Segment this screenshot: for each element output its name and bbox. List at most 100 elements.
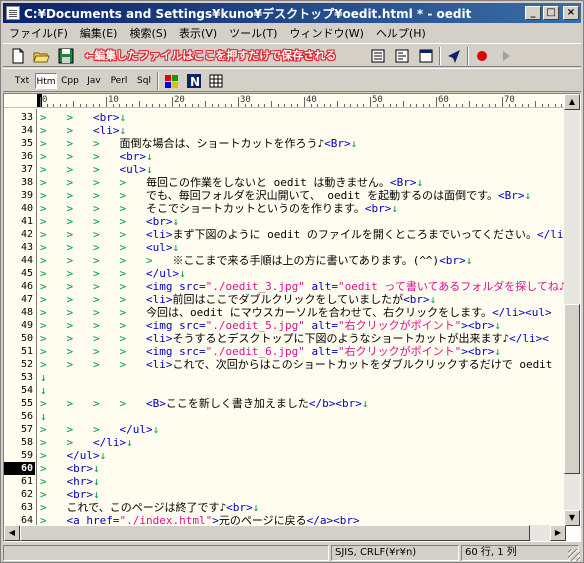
mode-cpp-button[interactable]: Cpp [59, 73, 81, 89]
status-bar: SJIS, CRLF(¥r¥n) 60 行, 1 列 [3, 544, 581, 562]
code-line[interactable]: > > > > そこでショートカットというのを作ります。<br>↓ [4, 202, 566, 215]
code-line[interactable]: > <br>↓ [4, 462, 566, 475]
code-line[interactable]: > > > 面倒な場合は、ショートカットを作ろう♪<Br>↓ [4, 137, 566, 150]
code-line[interactable]: > > > <br>↓ [4, 150, 566, 163]
code-line[interactable]: > <br>↓ [4, 488, 566, 501]
code-line[interactable]: > > > > > ※ここまで来る手順は上の方に書いてあります。(^^)<br>… [4, 254, 566, 267]
editor-pane[interactable]: 0 10 20 30 40 50 60 70 33 34 35 36 37 38 39 40 41 42 43 44… [3, 93, 581, 542]
grid-icon[interactable] [207, 72, 225, 90]
menu-help[interactable]: ヘルプ(H) [370, 25, 432, 41]
code-line[interactable]: > > > > 毎回この作業をしないと oedit は動きません。<Br>↓ [4, 176, 566, 189]
code-line[interactable]: > > > > 今回は、oedit にマウスカーソルを合わせて、右クリックをしま… [4, 306, 566, 319]
ruler-tick [462, 104, 464, 107]
menu-file[interactable]: ファイル(F) [3, 25, 74, 41]
minimize-button[interactable]: _ [525, 6, 541, 20]
ruler-label: 60 [438, 95, 449, 105]
n-format-icon[interactable]: N [185, 72, 203, 90]
ruler-tick [277, 104, 279, 107]
window-icon[interactable] [417, 47, 435, 65]
mode-txt-button[interactable]: Txt [11, 73, 33, 89]
ruler-tick [330, 104, 332, 107]
code-line[interactable]: > </ul>↓ [4, 449, 566, 462]
mode-htm-button[interactable]: Htm [35, 73, 57, 89]
horizontal-scroll-thumb[interactable] [20, 525, 530, 541]
ruler-tick [323, 104, 325, 107]
code-area[interactable]: 33 34 35 36 37 38 39 40 41 42 43 44 45 46 47 48 49 50 51 52… [4, 109, 566, 525]
newline-marker: ↓ [524, 189, 532, 202]
ruler-tick [106, 97, 107, 107]
code-line[interactable]: > > > > <ul>↓ [4, 241, 566, 254]
mode-jav-button[interactable]: Jav [83, 73, 105, 89]
vertical-scroll-thumb[interactable] [564, 304, 580, 474]
horizontal-scrollbar[interactable]: ◀ ▶ [4, 525, 566, 541]
menu-window[interactable]: ウィンドウ(W) [283, 25, 369, 41]
close-button[interactable]: × [563, 6, 579, 20]
code-line[interactable]: > > </li>↓ [4, 436, 566, 449]
play-macro-icon[interactable] [497, 47, 515, 65]
newline-marker: ↓ [40, 384, 47, 397]
mode-perl-button[interactable]: Perl [107, 73, 131, 89]
code-line[interactable]: > <a href="./index.html">元のページに戻る</a><br… [4, 514, 566, 525]
code-line[interactable]: > > > > <B>ここを新しく書き加えました</b><br>↓ [4, 397, 566, 410]
code-line[interactable]: ↓ [4, 371, 566, 384]
code-line[interactable]: > これで、このページは終了です♪<br>↓ [4, 501, 566, 514]
code-line[interactable]: > > > > <li>これで、次回からはこのショートカットをダブルクリックする… [4, 358, 566, 371]
ruler-label: 10 [108, 95, 119, 105]
indent-marker: > > > [40, 150, 120, 163]
code-line[interactable]: ↓ [4, 410, 566, 423]
menu-edit[interactable]: 編集(E) [74, 25, 124, 41]
html-tag-token: <br> [66, 462, 94, 475]
scroll-down-arrow-icon[interactable]: ▼ [564, 510, 580, 526]
code-line[interactable]: > > > > </ul>↓ [4, 267, 566, 280]
ruler-tick [224, 104, 226, 107]
maximize-button[interactable]: □ [543, 6, 559, 20]
menu-tools[interactable]: ツール(T) [223, 25, 283, 41]
text-token: でも、毎回フォルダを沢山開いて、 oedit を起動するのは面倒です。 [145, 189, 499, 202]
code-line[interactable]: > > <br>↓ [4, 111, 566, 124]
code-line[interactable]: > > > > <li>まず下図のように oedit のファイルを開くところまで… [4, 228, 566, 241]
newline-marker: ↓ [93, 488, 100, 501]
menu-search[interactable]: 検索(S) [123, 25, 173, 41]
code-line[interactable]: > > <li>↓ [4, 124, 566, 137]
html-tag-token: <br> [467, 319, 495, 332]
newline-marker: ↓ [391, 202, 398, 215]
new-file-icon[interactable] [9, 47, 27, 65]
title-bar[interactable]: C:¥Documents and Settings¥kuno¥デスクトップ¥oe… [3, 3, 581, 23]
html-tag-token: <br> [119, 150, 146, 163]
color-palette-icon[interactable] [163, 72, 181, 90]
newline-marker: ↓ [93, 462, 100, 475]
code-line[interactable]: > > > > <img src="./oedit_6.jpg" alt="右ク… [4, 345, 566, 358]
code-line[interactable]: ↓ [4, 384, 566, 397]
code-line[interactable]: > > > <ul>↓ [4, 163, 566, 176]
code-line[interactable]: > > > > <img src="./oedit_3.jpg" alt="oe… [4, 280, 566, 293]
record-macro-icon[interactable] [473, 47, 491, 65]
code-line[interactable]: > > > > <br>↓ [4, 215, 566, 228]
html-tag-token: alt= [304, 319, 339, 332]
code-line[interactable]: > > > </ul>↓ [4, 423, 566, 436]
text-token: 今回は、oedit にマウスカーソルを合わせて、右クリックをします。 [145, 306, 493, 319]
code-text: > > > > <img src="./oedit_5.jpg" alt="右ク… [40, 319, 501, 332]
html-tag-token: <li> [145, 332, 173, 345]
code-line[interactable]: > > > > <img src="./oedit_5.jpg" alt="右ク… [4, 319, 566, 332]
app-icon[interactable] [6, 6, 20, 20]
jump-icon[interactable] [445, 47, 463, 65]
menu-view[interactable]: 表示(V) [173, 25, 223, 41]
save-annotation: ←編集したファイルはここを押すだけで保存される [85, 49, 337, 62]
vertical-scrollbar[interactable]: ▲ ▼ [564, 94, 580, 526]
scroll-right-arrow-icon[interactable]: ▶ [550, 525, 566, 541]
list-icon[interactable] [369, 47, 387, 65]
resize-grip[interactable] [568, 549, 580, 561]
window-split-icon[interactable] [393, 47, 411, 65]
mode-sql-button[interactable]: Sql [133, 73, 155, 89]
ruler-tick [409, 104, 411, 107]
open-folder-icon[interactable] [33, 47, 51, 65]
ruler-tick [356, 104, 358, 107]
code-line[interactable]: > > > > でも、毎回フォルダを沢山開いて、 oedit を起動するのは面倒… [4, 189, 566, 202]
save-icon[interactable] [57, 47, 75, 65]
ruler-tick [211, 104, 213, 107]
code-line[interactable]: > > > > <li>前回はここでダブルクリックをしていましたが<br>↓ [4, 293, 566, 306]
scroll-up-arrow-icon[interactable]: ▲ [564, 94, 580, 110]
code-line[interactable]: > > > > <li>そうするとデスクトップに下図のようなショートカットが出来… [4, 332, 566, 345]
scroll-left-arrow-icon[interactable]: ◀ [4, 525, 20, 541]
code-line[interactable]: > <hr>↓ [4, 475, 566, 488]
